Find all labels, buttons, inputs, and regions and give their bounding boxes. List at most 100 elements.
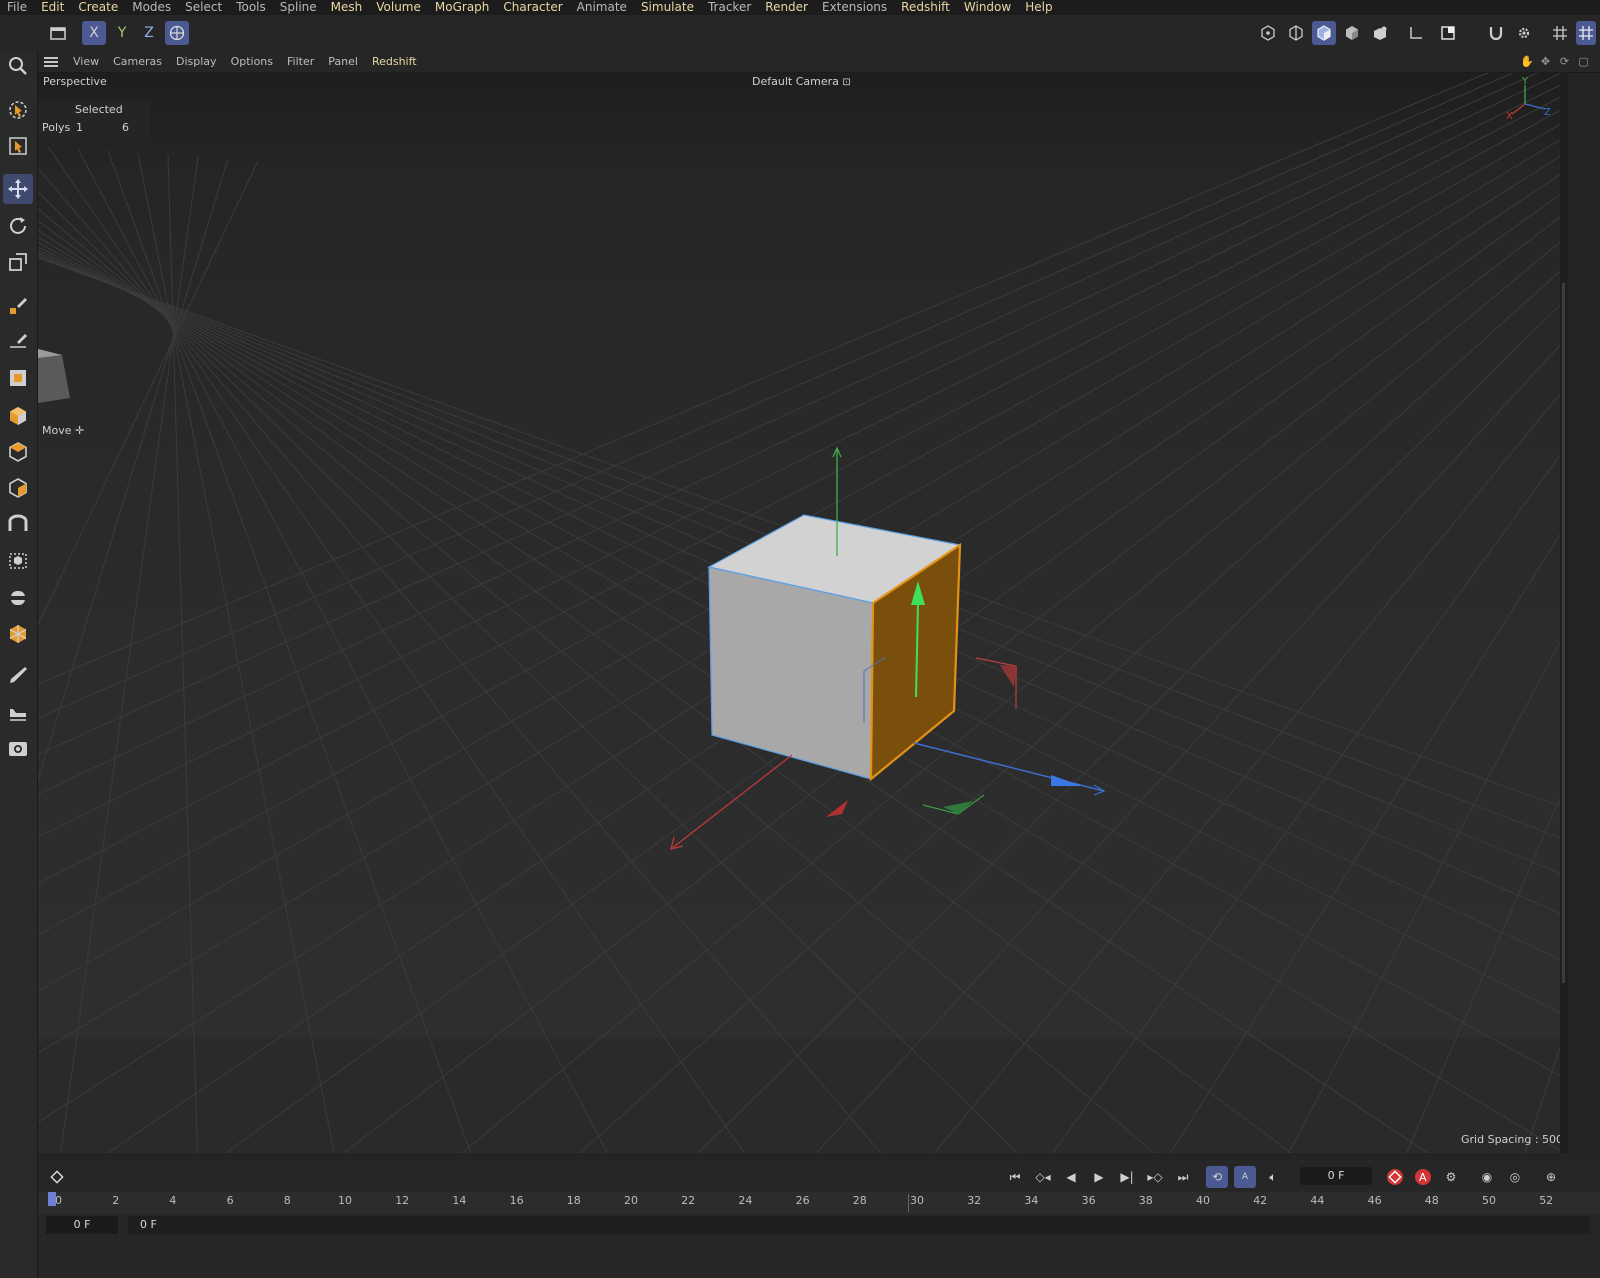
move-tool[interactable]: [3, 174, 33, 204]
axis-y-button[interactable]: Y: [110, 21, 134, 45]
brush-transfer-tool[interactable]: [3, 291, 33, 321]
orbit-view-icon[interactable]: ⟳: [1558, 55, 1571, 68]
menu-item-character[interactable]: Character: [496, 0, 569, 15]
cube-object[interactable]: [707, 514, 962, 782]
polygon-cube-icon: [9, 442, 27, 462]
deformer-button[interactable]: [3, 473, 33, 503]
menu-item-tools[interactable]: Tools: [229, 0, 273, 15]
scrollbar-thumb[interactable]: [1562, 283, 1565, 983]
axis-z-button[interactable]: Z: [137, 21, 161, 45]
coordinate-system-button[interactable]: [165, 21, 189, 45]
start-frame-field[interactable]: 0 F: [46, 1216, 118, 1234]
rectangle-selection-tool[interactable]: [3, 131, 33, 161]
viewport-menu-icon[interactable]: [44, 56, 58, 67]
perspective-viewport[interactable]: Y Z X Perspective Default Camera ⊡ Selec…: [38, 73, 1560, 1153]
autokey-filter-button[interactable]: A: [1234, 1166, 1256, 1188]
live-selection-tool[interactable]: [3, 95, 33, 125]
autokey-button[interactable]: A: [1412, 1166, 1434, 1188]
polygons-mode-button[interactable]: [1312, 21, 1336, 45]
camera-label[interactable]: Default Camera ⊡: [752, 75, 851, 88]
next-key-icon: ▸◇: [1147, 1170, 1163, 1184]
snap-button[interactable]: [1484, 21, 1508, 45]
boole-object-button[interactable]: [3, 583, 33, 613]
floor-object-button[interactable]: [3, 697, 33, 727]
viewport-menu-cameras[interactable]: Cameras: [106, 55, 169, 68]
previous-key-button[interactable]: ◇◂: [1032, 1166, 1054, 1188]
undo-view-icon[interactable]: [46, 21, 70, 45]
menu-item-render[interactable]: Render: [758, 0, 815, 15]
workplane-button[interactable]: [1576, 21, 1596, 45]
menu-item-extensions[interactable]: Extensions: [815, 0, 894, 15]
menu-item-window[interactable]: Window: [957, 0, 1018, 15]
go-to-end-button[interactable]: ⏭: [1172, 1166, 1194, 1188]
solo-mode-button[interactable]: [1436, 21, 1460, 45]
menu-item-animate[interactable]: Animate: [570, 0, 634, 15]
axis-x-button[interactable]: X: [82, 21, 106, 45]
viewport-menu-view[interactable]: View: [66, 55, 106, 68]
mograph-cloner-button[interactable]: [3, 619, 33, 649]
menu-item-mesh[interactable]: Mesh: [324, 0, 370, 15]
menu-item-edit[interactable]: Edit: [34, 0, 71, 15]
menu-item-create[interactable]: Create: [71, 0, 125, 15]
previous-frame-button[interactable]: ◀: [1060, 1166, 1082, 1188]
search-button[interactable]: [3, 51, 33, 81]
dolly-view-icon[interactable]: ✥: [1539, 55, 1552, 68]
brush-tool[interactable]: [3, 327, 33, 357]
viewport-menu-panel[interactable]: Panel: [321, 55, 365, 68]
stats-row: Polys 1 6: [38, 119, 150, 137]
texture-mode-button[interactable]: [1368, 21, 1392, 45]
menu-item-simulate[interactable]: Simulate: [634, 0, 701, 15]
menu-item-redshift[interactable]: Redshift: [894, 0, 957, 15]
maximize-view-icon[interactable]: ▢: [1577, 55, 1590, 68]
loop-button[interactable]: ⟲: [1206, 1166, 1228, 1188]
pan-view-icon[interactable]: ✋: [1520, 55, 1534, 68]
axis-mode-button[interactable]: [1404, 21, 1428, 45]
menu-item-select[interactable]: Select: [178, 0, 229, 15]
range-slider[interactable]: 0 F: [128, 1216, 1590, 1234]
cube-primitive-button[interactable]: [3, 401, 33, 431]
rotate-tool[interactable]: [3, 211, 33, 241]
menu-item-modes[interactable]: Modes: [125, 0, 178, 15]
ruler-tick: 28: [852, 1194, 867, 1207]
camera-object-button[interactable]: [3, 733, 33, 763]
bend-deformer-button[interactable]: [3, 509, 33, 539]
next-frame-button[interactable]: ▶|: [1116, 1166, 1138, 1188]
ruler-tick: 44: [1310, 1194, 1325, 1207]
menu-item-mograph[interactable]: MoGraph: [428, 0, 497, 15]
scale-tool[interactable]: [3, 247, 33, 277]
points-mode-button[interactable]: [1256, 21, 1280, 45]
viewport-menu-display[interactable]: Display: [169, 55, 224, 68]
edit-render-region-tool[interactable]: [3, 363, 33, 393]
skip-start-icon: ⏮: [1009, 1169, 1021, 1184]
record-button[interactable]: [1384, 1166, 1406, 1188]
pen-tool[interactable]: [3, 661, 33, 691]
go-to-start-button[interactable]: ⏮: [1004, 1166, 1026, 1188]
viewport-name[interactable]: Perspective: [43, 75, 107, 88]
viewport-menu-options[interactable]: Options: [224, 55, 280, 68]
viewport-menu-filter[interactable]: Filter: [280, 55, 321, 68]
viewport-scrollbar[interactable]: [1560, 73, 1568, 1153]
current-frame-field[interactable]: 0 F: [1300, 1167, 1372, 1185]
tweak-button[interactable]: ◎: [1504, 1166, 1526, 1188]
play-button[interactable]: ▶: [1088, 1166, 1110, 1188]
dotted-selection-icon: [9, 553, 27, 569]
menu-item-volume[interactable]: Volume: [369, 0, 428, 15]
motion-system-button[interactable]: ◉: [1476, 1166, 1498, 1188]
viewport-menu-redshift[interactable]: Redshift: [365, 55, 424, 68]
timeline-ruler[interactable]: 0 2 4 6 8 10 12 14 16 18 20 22 24 26 28 30 32 34 36 38 40 42 4…: [38, 1192, 1600, 1214]
selection-object-button[interactable]: [3, 545, 33, 575]
keyframe-button[interactable]: [46, 1166, 68, 1188]
next-key-button[interactable]: ▸◇: [1144, 1166, 1166, 1188]
menu-item-help[interactable]: Help: [1018, 0, 1059, 15]
edges-mode-button[interactable]: [1284, 21, 1308, 45]
menu-item-tracker[interactable]: Tracker: [701, 0, 758, 15]
timeline-move-button[interactable]: ⊕: [1540, 1166, 1562, 1188]
polygon-object-button[interactable]: [3, 437, 33, 467]
grid-button[interactable]: [1548, 21, 1572, 45]
snap-settings-button[interactable]: [1512, 21, 1536, 45]
sound-button[interactable]: 🔈︎: [1262, 1166, 1284, 1188]
model-mode-button[interactable]: [1340, 21, 1364, 45]
menu-item-file[interactable]: File: [0, 0, 34, 15]
menu-item-spline[interactable]: Spline: [273, 0, 324, 15]
key-settings-button[interactable]: ⚙: [1440, 1166, 1462, 1188]
